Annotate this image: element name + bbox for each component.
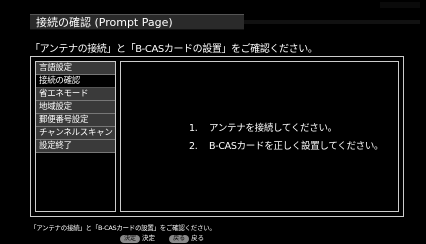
instruction-text: 「アンテナの接続」と「B-CASカードの設置」をご確認ください。 (30, 44, 318, 55)
menu-item-finish[interactable]: 設定終了 (36, 140, 115, 153)
brand-strip (380, 2, 420, 8)
menu-item-eco-mode[interactable]: 省エネモード (36, 88, 115, 101)
footer-help-text: 「アンテナの接続」と「B-CASカードの設置」をご確認ください。 (30, 224, 216, 232)
title-strip (244, 20, 420, 24)
back-key-icon[interactable]: 戻る (169, 235, 190, 243)
line-text: アンテナを接続してください。 (209, 123, 337, 134)
enter-key-icon[interactable]: 決定 (120, 235, 141, 243)
line-number: 1. (189, 123, 198, 134)
footer-key-guide: 決定 決定 戻る 戻る (120, 232, 216, 243)
main-panel: 言語設定 接続の確認 省エネモード 地域設定 郵便番号設定 チャンネルスキャン … (30, 56, 404, 217)
menu-item-region[interactable]: 地域設定 (36, 101, 115, 114)
enter-key-label: 決定 (142, 234, 156, 242)
instruction-line-bcas: 2. B-CASカードを正しく設置してください。 (189, 138, 384, 152)
page-title: 接続の確認 (Prompt Page) (30, 14, 244, 30)
back-key-label: 戻る (191, 234, 205, 242)
content-area: 1. アンテナを接続してください。 2. B-CASカードを正しく設置してください。 (120, 61, 399, 212)
setup-menu: 言語設定 接続の確認 省エネモード 地域設定 郵便番号設定 チャンネルスキャン … (35, 61, 116, 212)
instruction-line-antenna: 1. アンテナを接続してください。 (189, 120, 337, 134)
menu-item-channel-scan[interactable]: チャンネルスキャン (36, 127, 115, 140)
menu-item-postal-code[interactable]: 郵便番号設定 (36, 114, 115, 127)
menu-item-language[interactable]: 言語設定 (36, 62, 115, 75)
line-text: B-CASカードを正しく設置してください。 (209, 141, 384, 152)
menu-item-connection-check[interactable]: 接続の確認 (36, 75, 115, 88)
line-number: 2. (189, 141, 198, 152)
